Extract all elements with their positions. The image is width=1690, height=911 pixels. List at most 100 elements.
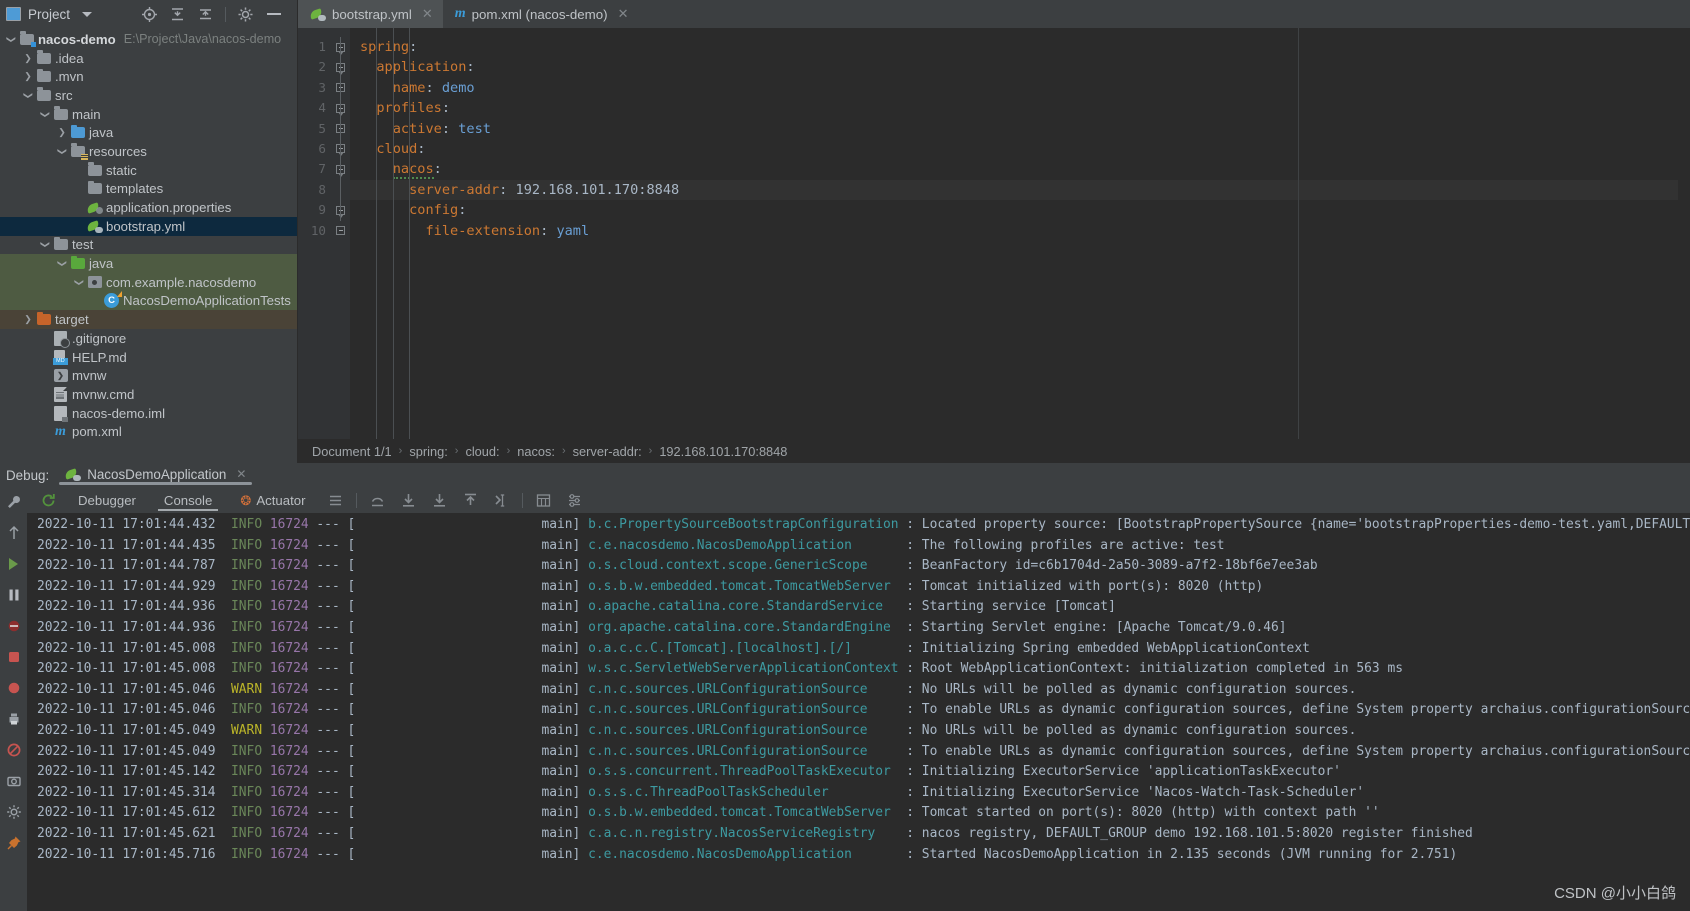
fold-marker[interactable]: [332, 139, 350, 159]
project-tree[interactable]: ❯ nacos-demo E:\Project\Java\nacos-demo ❯ .i…: [0, 28, 297, 463]
tab-actuator[interactable]: ❂ Actuator: [226, 488, 319, 513]
toggle-soft-wrap-icon[interactable]: [327, 492, 344, 509]
breadcrumb-item[interactable]: spring:: [409, 444, 447, 459]
expand-icon[interactable]: [197, 6, 214, 23]
step-up-icon[interactable]: [462, 492, 479, 509]
resume-icon[interactable]: [6, 556, 22, 572]
print-icon[interactable]: [6, 711, 22, 727]
console-output[interactable]: 2022-10-11 17:01:44.432 INFO 16724 --- […: [27, 513, 1690, 911]
fold-marker[interactable]: [332, 200, 350, 220]
chevron-right-icon[interactable]: ❯: [55, 128, 69, 137]
tab-debugger[interactable]: Debugger: [64, 488, 150, 513]
tree-item-mvnw-cmd[interactable]: mvnw.cmd: [0, 385, 297, 404]
close-icon[interactable]: ✕: [236, 467, 246, 481]
tree-item-static[interactable]: static: [0, 161, 297, 180]
tree-item-mvnw[interactable]: mvnw: [0, 366, 297, 385]
project-title-group[interactable]: Project: [6, 7, 141, 22]
tree-item-nacosdemoapplicationtests[interactable]: C NacosDemoApplicationTests: [0, 291, 297, 311]
stop-icon[interactable]: [6, 649, 22, 665]
fold-marker[interactable]: [332, 119, 350, 139]
tree-item-gitignore[interactable]: .gitignore: [0, 329, 297, 348]
fold-marker[interactable]: [332, 78, 350, 98]
step-into-icon[interactable]: [400, 492, 417, 509]
close-icon[interactable]: ✕: [422, 6, 433, 22]
breadcrumb-item[interactable]: 192.168.101.170:8848: [659, 444, 787, 459]
code-folding-gutter[interactable]: [332, 28, 350, 439]
code-editor[interactable]: 1 2 3 4 5 6 7 8 9 10 spring: application: name: d…: [298, 28, 1690, 439]
chevron-down-icon[interactable]: ❯: [4, 35, 18, 44]
chevron-right-icon[interactable]: ❯: [21, 72, 35, 81]
code-line[interactable]: application:: [350, 57, 1678, 77]
chevron-down-icon[interactable]: ❯: [38, 110, 52, 119]
tree-item-bootstrap-yml[interactable]: bootstrap.yml: [0, 216, 297, 236]
code-line[interactable]: active: test: [350, 119, 1678, 139]
breadcrumb-item[interactable]: cloud:: [465, 444, 499, 459]
tree-item-java[interactable]: ❯ java: [0, 254, 297, 273]
pause-icon[interactable]: [6, 587, 22, 603]
tree-item-main[interactable]: ❯ main: [0, 105, 297, 124]
view-breakpoints-icon[interactable]: [6, 680, 22, 696]
code-line[interactable]: nacos:: [350, 159, 1678, 180]
wrench-icon[interactable]: [6, 494, 22, 510]
code-line[interactable]: spring:: [350, 37, 1678, 57]
tab-console[interactable]: Console: [150, 488, 226, 513]
code-line[interactable]: profiles:: [350, 98, 1678, 118]
code-line[interactable]: cloud:: [350, 139, 1678, 159]
code-content[interactable]: spring: application: name: demo profiles…: [350, 28, 1678, 439]
minimize-icon[interactable]: [267, 13, 281, 15]
tree-item-nacos-demo-iml[interactable]: nacos-demo.iml: [0, 404, 297, 423]
fold-marker[interactable]: [332, 98, 350, 118]
tree-item-test[interactable]: ❯ test: [0, 236, 297, 255]
editor-scrollbar[interactable]: [1678, 28, 1690, 439]
up-arrow-icon[interactable]: [6, 525, 22, 541]
step-out-icon[interactable]: [369, 492, 386, 509]
breadcrumb-item[interactable]: server-addr:: [573, 444, 642, 459]
run-to-cursor-icon[interactable]: [493, 492, 510, 509]
pin-icon[interactable]: [6, 835, 22, 851]
fold-marker[interactable]: [332, 57, 350, 77]
force-step-into-icon[interactable]: [431, 492, 448, 509]
settings-gear-icon[interactable]: [6, 804, 22, 820]
locate-icon[interactable]: [141, 6, 158, 23]
tab-bootstrap-yml[interactable]: bootstrap.yml ✕: [298, 0, 443, 28]
chevron-down-icon[interactable]: ❯: [55, 259, 69, 268]
tree-item-com-example-nacosdemo[interactable]: ❯ com.example.nacosdemo: [0, 272, 297, 292]
chevron-right-icon[interactable]: ❯: [21, 53, 35, 63]
collapse-all-icon[interactable]: [169, 6, 186, 23]
close-icon[interactable]: ✕: [618, 6, 629, 22]
fold-marker[interactable]: [332, 159, 350, 179]
fold-marker[interactable]: [332, 221, 350, 241]
breadcrumb-item[interactable]: Document 1/1: [312, 444, 392, 459]
chevron-right-icon[interactable]: ❯: [21, 315, 35, 324]
tree-item-pom-xml[interactable]: m pom.xml: [0, 422, 297, 441]
settings-gear-icon[interactable]: [237, 6, 254, 23]
chevron-down-icon[interactable]: ❯: [55, 147, 69, 156]
breadcrumb[interactable]: Document 1/1 › spring: › cloud: › nacos: › serve…: [298, 439, 1690, 463]
tree-item-nacos-demo[interactable]: ❯ nacos-demo E:\Project\Java\nacos-demo: [0, 30, 297, 49]
breadcrumb-item[interactable]: nacos:: [517, 444, 555, 459]
chevron-down-icon[interactable]: ❯: [38, 240, 52, 249]
table-view-icon[interactable]: [535, 492, 552, 509]
code-line[interactable]: file-extension: yaml: [350, 221, 1678, 241]
no-entry-icon[interactable]: [6, 742, 22, 758]
tree-item-idea[interactable]: ❯ .idea: [0, 49, 297, 68]
tree-item-help-md[interactable]: MD HELP.md: [0, 348, 297, 367]
camera-icon[interactable]: [6, 773, 22, 789]
code-line[interactable]: server-addr: 192.168.101.170:8848: [350, 179, 1678, 201]
tree-item-resources[interactable]: ❯ resources: [0, 142, 297, 161]
rerun-icon[interactable]: [40, 492, 57, 509]
tree-item-src[interactable]: ❯ src: [0, 86, 297, 105]
chevron-down-icon[interactable]: ❯: [72, 278, 86, 287]
mute-breakpoints-icon[interactable]: [6, 618, 22, 634]
settings-icon[interactable]: [566, 492, 583, 509]
tab-pom-xml[interactable]: m pom.xml (nacos-demo) ✕: [443, 0, 639, 28]
tree-item-mvn[interactable]: ❯ .mvn: [0, 67, 297, 86]
tree-item-target[interactable]: ❯ target: [0, 310, 297, 329]
tree-item-java[interactable]: ❯ java: [0, 123, 297, 142]
fold-marker[interactable]: [332, 37, 350, 57]
code-line[interactable]: name: demo: [350, 78, 1678, 98]
tree-item-templates[interactable]: templates: [0, 180, 297, 199]
chevron-down-icon[interactable]: ❯: [21, 91, 35, 100]
debug-run-config-tab[interactable]: NacosDemoApplication ✕: [59, 467, 253, 485]
tree-item-application-properties[interactable]: application.properties: [0, 198, 297, 217]
